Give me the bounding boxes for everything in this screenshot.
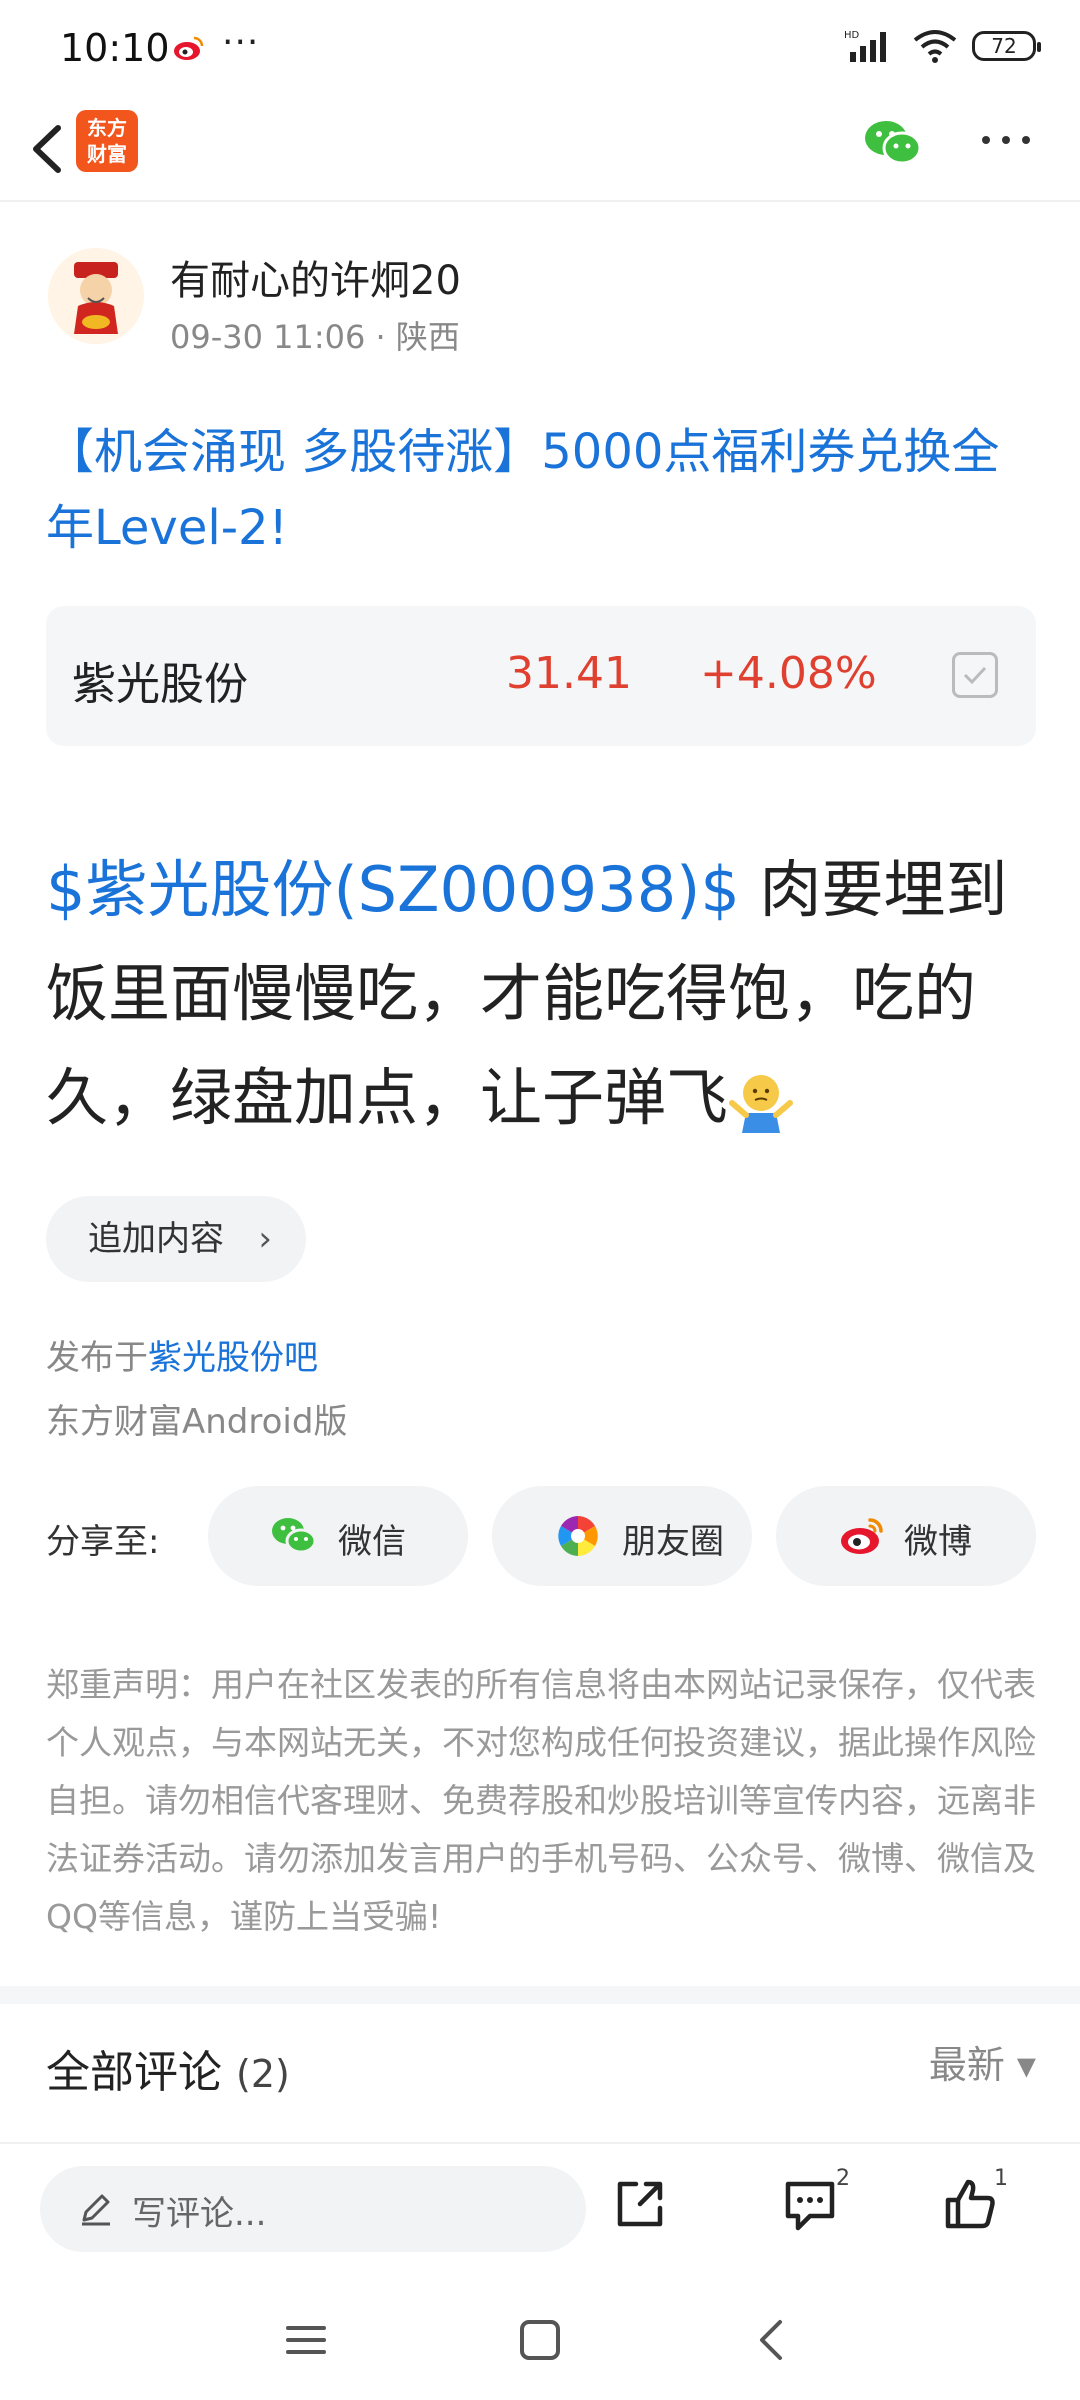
client-source: 东方财富Android版 (46, 1402, 348, 1442)
sort-dropdown[interactable]: 最新 ▾ (929, 2034, 1036, 2089)
wechat-icon[interactable] (862, 116, 924, 168)
comment-count-badge: 2 (836, 2166, 850, 2191)
post-title[interactable]: 【机会涌现 多股待涨】5000点福利券兑换全年Level-2! (46, 414, 1036, 566)
avatar-image (48, 248, 144, 344)
system-nav-bar (0, 2272, 1080, 2400)
post-meta: 09-30 11:06 · 陕西 (170, 318, 460, 356)
battery-icon: 72 (972, 31, 1041, 61)
signal-icon: HD (844, 30, 886, 62)
thumbs-up-icon[interactable] (940, 2174, 1000, 2234)
author-name[interactable]: 有耐心的许炯20 (170, 248, 461, 306)
share-weibo-button[interactable]: 微博 (776, 1486, 1036, 1586)
share-wechat-button[interactable]: 微信 (208, 1486, 468, 1586)
share-moments-button[interactable]: 朋友圈 (492, 1486, 752, 1586)
stock-name: 紫光股份 (72, 659, 248, 710)
weibo-icon (841, 1518, 883, 1554)
svg-text:HD: HD (844, 30, 860, 41)
stock-ticker-link[interactable]: $紫光股份(SZ000938)$ (46, 853, 740, 926)
add-watchlist-checkbox[interactable] (952, 652, 998, 698)
stock-price: 31.41 (506, 648, 632, 699)
shrug-emoji-icon (729, 1074, 794, 1133)
comments-count: (2) (236, 2052, 290, 2096)
app-logo-line1: 东方 (87, 116, 127, 140)
share-out-icon[interactable] (610, 2174, 670, 2234)
write-comment-placeholder: 写评论... (132, 2194, 267, 2234)
app-logo[interactable]: 东方 财富 (76, 110, 138, 172)
top-nav-bar: 东方 财富 (0, 96, 1080, 202)
moments-icon (558, 1516, 598, 1556)
comment-icon[interactable] (780, 2174, 840, 2234)
append-content-label: 追加内容 (88, 1219, 224, 1259)
app-logo-line2: 财富 (87, 142, 127, 166)
stock-card[interactable]: 紫光股份 31.41 +4.08% (46, 606, 1036, 746)
author-avatar[interactable] (48, 248, 144, 344)
post-body: $紫光股份(SZ000938)$ 肉要埋到饭里面慢慢吃，才能吃得饱，吃的久，绿盘… (46, 838, 1036, 1150)
section-divider (0, 1986, 1080, 2004)
like-count-badge: 1 (994, 2166, 1008, 2191)
status-time: 10:10 (60, 26, 170, 70)
share-moments-label: 朋友圈 (622, 1522, 724, 1562)
comments-title: 全部评论 (46, 2047, 222, 2098)
more-options-button[interactable] (978, 120, 1034, 171)
disclaimer-text: 郑重声明：用户在社区发表的所有信息将由本网站记录保存，仅代表个人观点，与本网站无… (46, 1665, 1036, 1936)
write-comment-input[interactable]: 写评论... (40, 2166, 586, 2252)
stock-change: +4.08% (700, 648, 877, 699)
published-prefix: 发布于 (46, 1338, 148, 1378)
wechat-icon (272, 1518, 317, 1554)
back-button[interactable] (20, 114, 80, 184)
status-indicators: HD 72 (844, 28, 1041, 64)
share-weibo-label: 微博 (904, 1522, 972, 1562)
wifi-icon (913, 30, 957, 63)
status-bar: 10:10 ··· HD 72 (0, 0, 1080, 96)
notification-more-icon: ··· (222, 22, 260, 63)
append-content-button[interactable]: 追加内容 › (46, 1196, 306, 1282)
chevron-right-icon: › (258, 1219, 272, 1259)
check-icon (963, 666, 987, 685)
menu-icon[interactable] (276, 2310, 336, 2370)
weibo-notification-icon (174, 36, 204, 60)
comments-header: 全部评论 (2) (46, 2036, 290, 2100)
share-label: 分享至: (46, 1522, 160, 1562)
home-icon[interactable] (510, 2310, 570, 2370)
stock-bar-link[interactable]: 紫光股份吧 (148, 1338, 318, 1378)
share-wechat-label: 微信 (338, 1522, 406, 1562)
bottom-action-bar: 写评论... 2 1 (0, 2142, 1080, 2272)
more-dots-icon (982, 136, 1030, 144)
published-in: 发布于紫光股份吧 (46, 1330, 318, 1379)
nav-back-icon[interactable] (742, 2310, 802, 2370)
pen-icon (82, 2194, 110, 2226)
